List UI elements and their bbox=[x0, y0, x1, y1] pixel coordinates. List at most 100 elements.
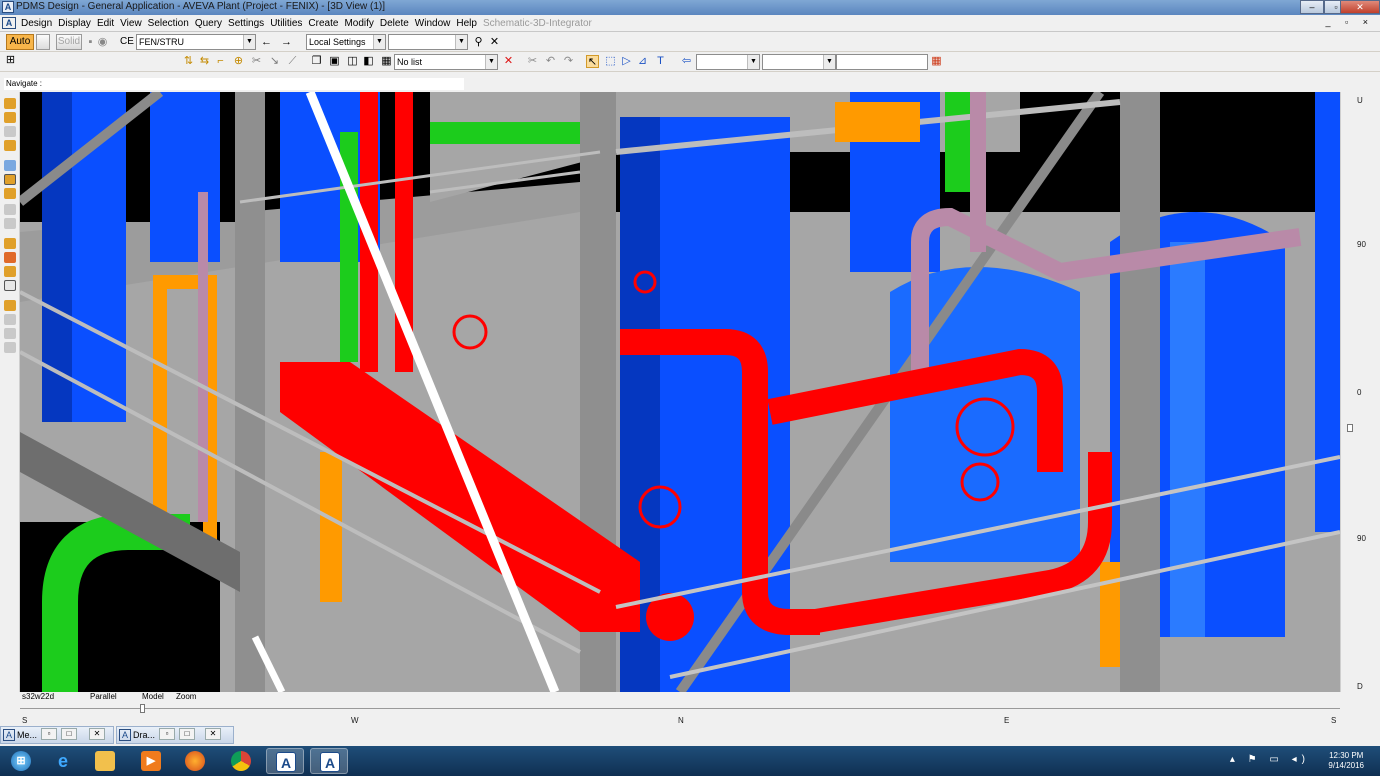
window-icon[interactable]: ◫ bbox=[346, 55, 359, 68]
taskbar-internet-explorer[interactable]: e bbox=[44, 748, 82, 774]
save-icon[interactable]: ▣ bbox=[328, 55, 341, 68]
copy-icon[interactable]: ❐ bbox=[310, 55, 323, 68]
section-icon[interactable] bbox=[4, 238, 16, 249]
taskbar-aveva-design[interactable]: A bbox=[266, 748, 304, 774]
grid-icon[interactable]: ▦ bbox=[930, 55, 943, 68]
menu-display[interactable]: Display bbox=[55, 15, 94, 32]
elevation-slider-thumb[interactable] bbox=[1347, 424, 1353, 432]
zoom-limits-icon[interactable] bbox=[4, 126, 16, 137]
look-icon[interactable] bbox=[4, 140, 16, 151]
menu-create[interactable]: Create bbox=[305, 15, 341, 32]
user-three-icon[interactable] bbox=[4, 328, 16, 339]
clock[interactable]: 12:30 PM 9/14/2016 bbox=[1328, 751, 1364, 771]
bearing-slider-thumb[interactable] bbox=[140, 704, 145, 713]
maximize-icon[interactable]: □ bbox=[61, 728, 77, 740]
maximize-icon[interactable]: □ bbox=[179, 728, 195, 740]
component-tool-icon[interactable]: ⊕ bbox=[232, 55, 245, 68]
route-tool-icon[interactable]: ↘ bbox=[268, 55, 281, 68]
redo-icon[interactable]: ↷ bbox=[562, 55, 575, 68]
pick-icon[interactable] bbox=[4, 266, 16, 277]
restore-icon[interactable]: ▫ bbox=[159, 728, 175, 740]
ce-combo[interactable]: FEN/STRU ▼ bbox=[136, 34, 256, 50]
start-button[interactable]: ⊞ bbox=[2, 748, 40, 774]
close-icon[interactable]: ✕ bbox=[89, 728, 105, 740]
menu-query[interactable]: Query bbox=[192, 15, 225, 32]
document-icon[interactable]: A bbox=[2, 17, 16, 29]
delete-icon[interactable]: ✕ bbox=[502, 55, 515, 68]
members-icon[interactable]: ⊞ bbox=[4, 54, 17, 67]
back-arrow-icon[interactable]: ← bbox=[260, 36, 273, 49]
zoom-in-icon[interactable] bbox=[4, 98, 16, 109]
combo-a[interactable]: ▼ bbox=[696, 54, 760, 70]
binoculars-icon[interactable]: ⚲ bbox=[472, 36, 485, 49]
close-button[interactable]: ✕ bbox=[1340, 0, 1380, 14]
settings-combo[interactable]: Local Settings ▼ bbox=[306, 34, 386, 50]
mdi-window-draw[interactable]: A Dra... ▫ □ ✕ bbox=[116, 726, 234, 744]
user-four-icon[interactable] bbox=[4, 342, 16, 353]
blank-combo[interactable]: ▼ bbox=[388, 34, 468, 50]
taskbar-file-explorer[interactable] bbox=[86, 748, 124, 774]
arrow-left-icon[interactable]: ⇦ bbox=[680, 55, 693, 68]
select-window-icon[interactable]: ⬚ bbox=[604, 55, 617, 68]
orange-support-top bbox=[835, 102, 920, 142]
close-icon[interactable]: ✕ bbox=[205, 728, 221, 740]
cut-icon[interactable]: ✂ bbox=[526, 55, 539, 68]
menu-view[interactable]: View bbox=[117, 15, 145, 32]
minimize-button[interactable]: – bbox=[1300, 0, 1324, 14]
elbow-tool-icon[interactable]: ⌐ bbox=[214, 55, 227, 68]
menu-selection[interactable]: Selection bbox=[145, 15, 192, 32]
play-icon[interactable]: ▷ bbox=[620, 55, 633, 68]
help-icon[interactable] bbox=[4, 280, 16, 291]
combo-b[interactable]: ▼ bbox=[762, 54, 836, 70]
menu-edit[interactable]: Edit bbox=[94, 15, 117, 32]
window-tile-icon[interactable]: ◧ bbox=[362, 55, 375, 68]
restore-icon[interactable]: ▫ bbox=[41, 728, 57, 740]
elevation-ruler: U 90 0 90 D bbox=[1340, 92, 1380, 692]
menu-modify[interactable]: Modify bbox=[341, 15, 376, 32]
system-tray[interactable]: ▴ ⚑ ▭ ◂) bbox=[1230, 754, 1310, 765]
user-one-icon[interactable] bbox=[4, 300, 16, 311]
taskbar-aveva-admin[interactable]: A bbox=[310, 748, 348, 774]
cylinder-icon[interactable]: ◉ bbox=[96, 36, 109, 49]
3d-viewport[interactable] bbox=[20, 92, 1340, 692]
slope-tool-icon[interactable]: ⟋ bbox=[286, 55, 299, 68]
menu-help[interactable]: Help bbox=[453, 15, 480, 32]
auto-button[interactable]: Auto bbox=[6, 34, 34, 50]
rotate-icon[interactable] bbox=[4, 188, 16, 199]
pipe-tool-icon[interactable]: ⇅ bbox=[182, 55, 195, 68]
branch-tool-icon[interactable]: ⇆ bbox=[198, 55, 211, 68]
zoom-icon[interactable] bbox=[4, 160, 16, 171]
taskbar-chrome[interactable] bbox=[222, 748, 260, 774]
mdi-controls[interactable]: _ ▫ × bbox=[1326, 17, 1374, 27]
text-icon[interactable]: T bbox=[654, 55, 667, 68]
list-icon[interactable]: ▦ bbox=[380, 55, 393, 68]
solid-button[interactable]: Solid bbox=[56, 34, 82, 50]
list-combo[interactable]: No list ▼ bbox=[394, 54, 498, 70]
status-bar: s32w22d Parallel Model Zoom S W N E S bbox=[0, 692, 1380, 726]
taskbar-firefox[interactable] bbox=[176, 748, 214, 774]
compass-south-left: S bbox=[22, 716, 28, 725]
zoom-active-icon[interactable] bbox=[4, 174, 16, 185]
measure-icon[interactable]: ⊿ bbox=[636, 55, 649, 68]
forward-arrow-icon[interactable]: → bbox=[280, 36, 293, 49]
user-two-icon[interactable] bbox=[4, 314, 16, 325]
clip-icon[interactable] bbox=[4, 252, 16, 263]
menu-design[interactable]: Design bbox=[18, 15, 55, 32]
combo-c[interactable] bbox=[836, 54, 928, 70]
clear-icon[interactable]: ✕ bbox=[488, 36, 501, 49]
zoom-out-icon[interactable] bbox=[4, 112, 16, 123]
menu-delete[interactable]: Delete bbox=[377, 15, 412, 32]
undo-icon[interactable]: ↶ bbox=[544, 55, 557, 68]
navigate-field[interactable]: Navigate : bbox=[4, 78, 464, 90]
menu-window[interactable]: Window bbox=[412, 15, 454, 32]
wire-button[interactable] bbox=[36, 34, 50, 50]
mdi-window-members[interactable]: A Me... ▫ □ ✕ bbox=[0, 726, 114, 744]
taskbar-media-player[interactable]: ▶ bbox=[132, 748, 170, 774]
pan-icon[interactable] bbox=[4, 204, 16, 215]
firefox-icon bbox=[185, 751, 205, 771]
pointer-icon[interactable]: ↖ bbox=[586, 55, 599, 68]
connect-tool-icon[interactable]: ✂ bbox=[250, 55, 263, 68]
menu-settings[interactable]: Settings bbox=[225, 15, 267, 32]
menu-utilities[interactable]: Utilities bbox=[267, 15, 305, 32]
walk-icon[interactable] bbox=[4, 218, 16, 229]
